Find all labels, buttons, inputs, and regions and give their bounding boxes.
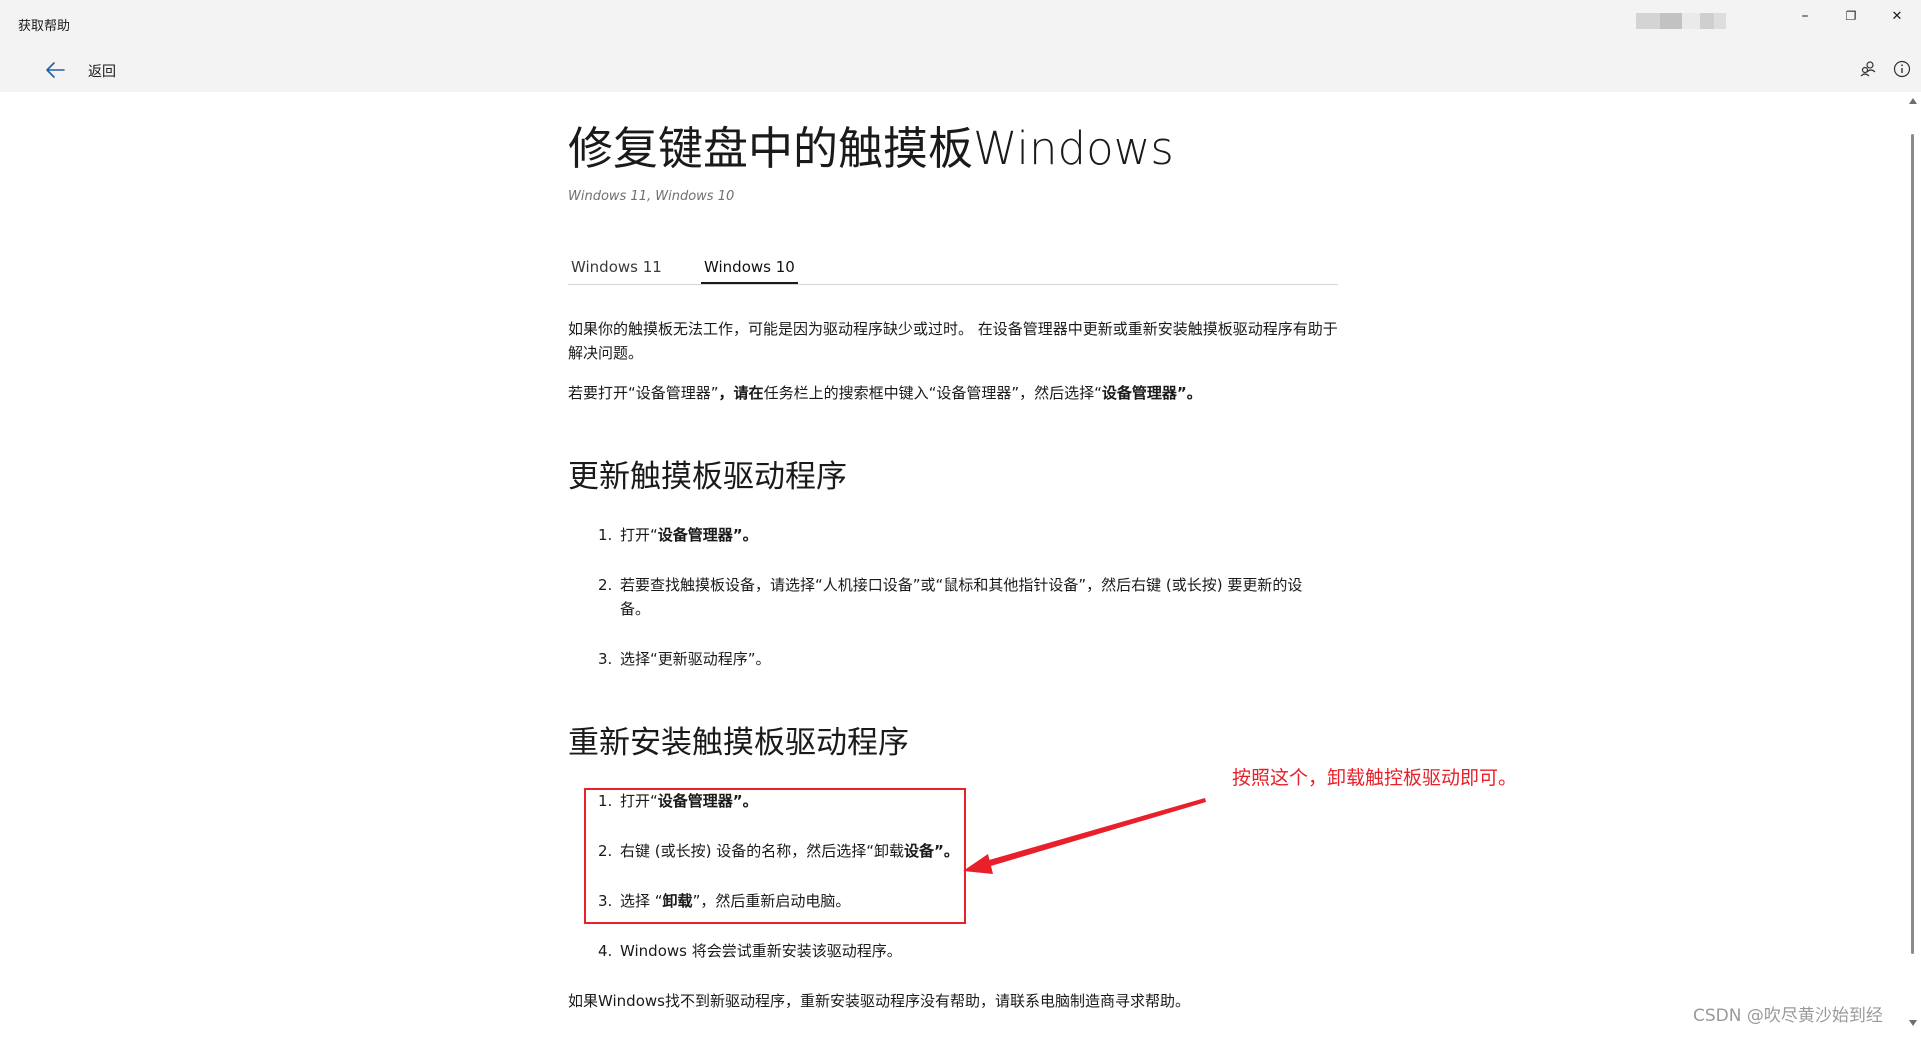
info-icon bbox=[1893, 60, 1911, 78]
annotation-arrow-icon bbox=[963, 798, 1206, 874]
scrollbar[interactable] bbox=[1905, 92, 1921, 1033]
os-tabs: Windows 11 Windows 10 bbox=[568, 256, 1338, 285]
account-avatar-blurred[interactable] bbox=[1636, 13, 1726, 29]
list-item: 1. 打开“设备管理器”。 bbox=[598, 526, 758, 544]
section-heading-reinstall: 重新安装触摸板驱动程序 bbox=[568, 725, 909, 761]
intro-paragraph: 如果你的触摸板无法工作，可能是因为驱动程序缺少或过时。 在设备管理器中更新或重新… bbox=[568, 320, 1338, 362]
annotation-highlight-box bbox=[584, 788, 966, 924]
watermark: CSDN @吹尽黄沙始到经 bbox=[1693, 1006, 1883, 1026]
info-button[interactable] bbox=[1892, 59, 1912, 79]
restore-icon: ❐ bbox=[1845, 9, 1857, 23]
tab-windows-10[interactable]: Windows 10 bbox=[701, 258, 798, 284]
list-item: 3. 选择“更新驱动程序”。 bbox=[598, 650, 771, 668]
minimize-button[interactable]: – bbox=[1782, 0, 1828, 32]
back-button[interactable] bbox=[44, 60, 66, 80]
tab-windows-11[interactable]: Windows 11 bbox=[568, 258, 665, 282]
app-title: 获取帮助 bbox=[18, 19, 71, 34]
title-bar: 获取帮助 – ❐ ✕ bbox=[0, 0, 1921, 48]
open-device-manager-paragraph: 若要打开“设备管理器”，请在任务栏上的搜索框中键入“设备管理器”，然后选择“设备… bbox=[568, 384, 1202, 402]
nav-bar: 返回 bbox=[0, 48, 1921, 92]
page-title: 修复键盘中的触摸板Windows bbox=[568, 122, 1174, 175]
share-icon bbox=[1860, 61, 1876, 77]
annotation-text: 按照这个，卸载触控板驱动即可。 bbox=[1232, 767, 1518, 789]
share-button[interactable] bbox=[1858, 59, 1878, 79]
back-label[interactable]: 返回 bbox=[88, 61, 116, 81]
close-button[interactable]: ✕ bbox=[1874, 0, 1920, 32]
list-item: 4. Windows 将会尝试重新安装该驱动程序。 bbox=[598, 942, 902, 960]
section-heading-update: 更新触摸板驱动程序 bbox=[568, 459, 847, 495]
applies-to: Windows 11, Windows 10 bbox=[568, 189, 735, 204]
minimize-icon: – bbox=[1801, 8, 1809, 24]
back-arrow-icon bbox=[46, 62, 65, 78]
restore-button[interactable]: ❐ bbox=[1828, 0, 1874, 32]
footer-note: 如果Windows找不到新驱动程序，重新安装驱动程序没有帮助，请联系电脑制造商寻… bbox=[568, 992, 1190, 1010]
list-item: 2. 若要查找触摸板设备，请选择“人机接口设备”或“鼠标和其他指针设备”，然后右键… bbox=[598, 576, 1303, 618]
close-icon: ✕ bbox=[1891, 8, 1903, 24]
